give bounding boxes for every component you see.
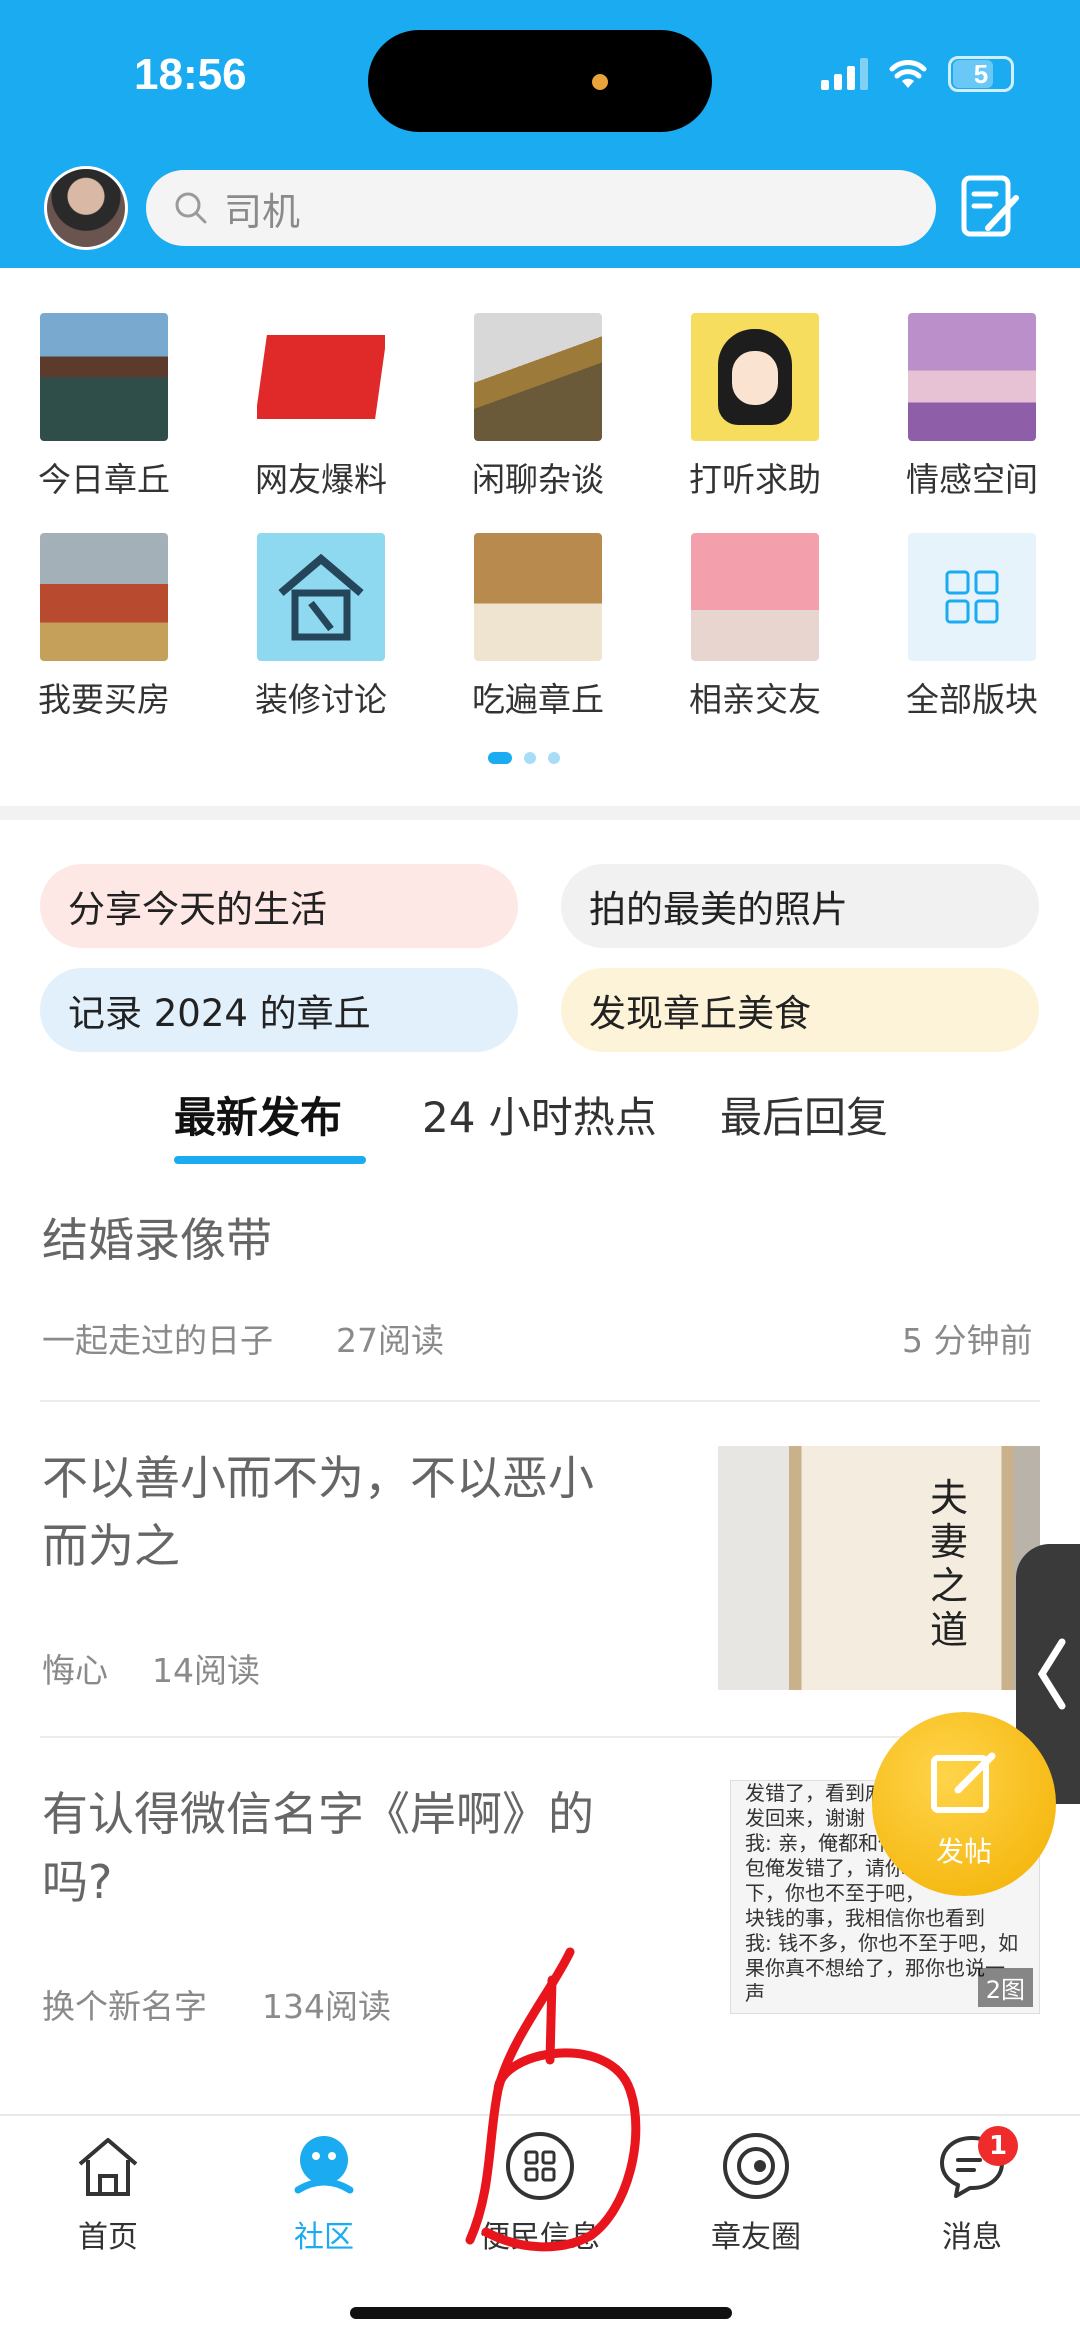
category-zhuangxiu-taolun[interactable]: 装修讨论 — [236, 533, 406, 721]
wifi-icon — [889, 60, 927, 88]
pager-dot — [548, 752, 560, 764]
pager-dot-active — [488, 752, 512, 764]
dynamic-island — [368, 30, 712, 132]
search-icon — [175, 192, 207, 224]
chevron-left-icon — [1037, 1638, 1066, 1710]
compose-note-icon[interactable] — [958, 172, 1024, 242]
post-reads: 134阅读 — [262, 1987, 391, 2026]
cellular-signal-icon — [821, 58, 868, 90]
planet-icon — [723, 2133, 789, 2199]
post-title-line1[interactable]: 有认得微信名字《岸啊》的 — [42, 1780, 594, 1848]
category-pager — [488, 752, 560, 764]
nav-home[interactable]: 首页 — [28, 2130, 188, 2256]
search-placeholder: 司机 — [224, 189, 301, 234]
camera-indicator-dot — [592, 74, 608, 90]
home-icon — [78, 2138, 138, 2196]
category-xiangqin-jiaoyou[interactable]: 相亲交友 — [670, 533, 840, 721]
nav-messages[interactable]: 1 消息 — [892, 2126, 1052, 2256]
user-avatar[interactable] — [44, 166, 128, 250]
topic-share-life[interactable]: 分享今天的生活 — [40, 864, 518, 948]
category-wangyou-baoliao[interactable]: 网友爆料 — [236, 313, 406, 501]
post-separator — [40, 1736, 1040, 1738]
category-jinri-zhangqiu[interactable]: 今日章丘 — [19, 313, 189, 501]
category-dating-qiuzhu[interactable]: 打听求助 — [670, 313, 840, 501]
post-title-line2[interactable]: 而为之 — [42, 1512, 180, 1580]
post-title[interactable]: 结婚录像带 — [42, 1206, 272, 1274]
pavilion-lake-photo — [40, 313, 168, 441]
post-thumbnail-calligraphy[interactable]: 夫妻之道 — [718, 1446, 1040, 1690]
baoliao-logo — [257, 313, 385, 441]
nav-friend-circle[interactable]: 章友圈 — [676, 2130, 836, 2256]
house-coins-photo — [40, 533, 168, 661]
tab-latest[interactable]: 最新发布 — [174, 1084, 342, 1145]
red-handdrawn-annotation — [465, 1947, 641, 2252]
tab-last-reply[interactable]: 最后回复 — [720, 1084, 888, 1145]
battery-icon: 5 — [948, 56, 1014, 92]
nav-community[interactable]: 社区 — [244, 2130, 404, 2256]
community-icon — [294, 2136, 354, 2194]
pager-dot — [524, 752, 536, 764]
post-author: 一起走过的日子 — [42, 1321, 273, 1360]
post-title-line1[interactable]: 不以善小而不为，不以恶小 — [42, 1444, 594, 1512]
tea-pour-photo — [474, 313, 602, 441]
new-post-button[interactable]: 发帖 — [872, 1712, 1056, 1896]
tab-active-indicator — [174, 1156, 366, 1164]
unread-badge: 1 — [978, 2126, 1018, 2166]
post-time: 5 分钟前 — [902, 1321, 1033, 1360]
image-count-badge: 2图 — [977, 1968, 1033, 2007]
topic-best-photo[interactable]: 拍的最美的照片 — [561, 864, 1039, 948]
post-separator — [40, 1400, 1040, 1402]
category-qinggan-kongjian[interactable]: 情感空间 — [887, 313, 1057, 501]
battery-level: 5 — [973, 58, 989, 89]
grid-icon — [908, 533, 1036, 661]
home-indicator — [350, 2307, 732, 2319]
topic-record-2024[interactable]: 记录 2024 的章丘 — [40, 968, 518, 1052]
status-icons: 5 — [821, 56, 1014, 92]
section-divider — [0, 806, 1080, 820]
post-author: 换个新名字 — [42, 1987, 207, 2026]
cartoon-girl-avatar — [691, 313, 819, 441]
renovation-tools-icon — [257, 533, 385, 661]
post-reads: 27阅读 — [336, 1321, 444, 1360]
post-author: 悔心 — [42, 1651, 108, 1690]
status-time: 18:56 — [134, 50, 247, 99]
category-xianliao-zatan[interactable]: 闲聊杂谈 — [453, 313, 623, 501]
top-header: 18:56 5 司机 — [0, 0, 1080, 268]
edit-pencil-icon — [931, 1752, 996, 1813]
book-heart-photo — [908, 313, 1036, 441]
post-title-line2[interactable]: 吗? — [42, 1848, 112, 1916]
search-bar[interactable]: 司机 — [146, 170, 936, 246]
category-chibian-zhangqiu[interactable]: 吃遍章丘 — [453, 533, 623, 721]
girl-noodles-photo — [474, 533, 602, 661]
category-woyao-maifang[interactable]: 我要买房 — [19, 533, 189, 721]
calligraphy-text: 夫妻之道 — [930, 1476, 969, 1652]
couple-photo — [691, 533, 819, 661]
post-reads: 14阅读 — [152, 1651, 260, 1690]
category-quanbu-bankuai[interactable]: 全部版块 — [887, 533, 1057, 721]
tab-24h-hot[interactable]: 24 小时热点 — [422, 1084, 657, 1145]
topic-find-food[interactable]: 发现章丘美食 — [561, 968, 1039, 1052]
